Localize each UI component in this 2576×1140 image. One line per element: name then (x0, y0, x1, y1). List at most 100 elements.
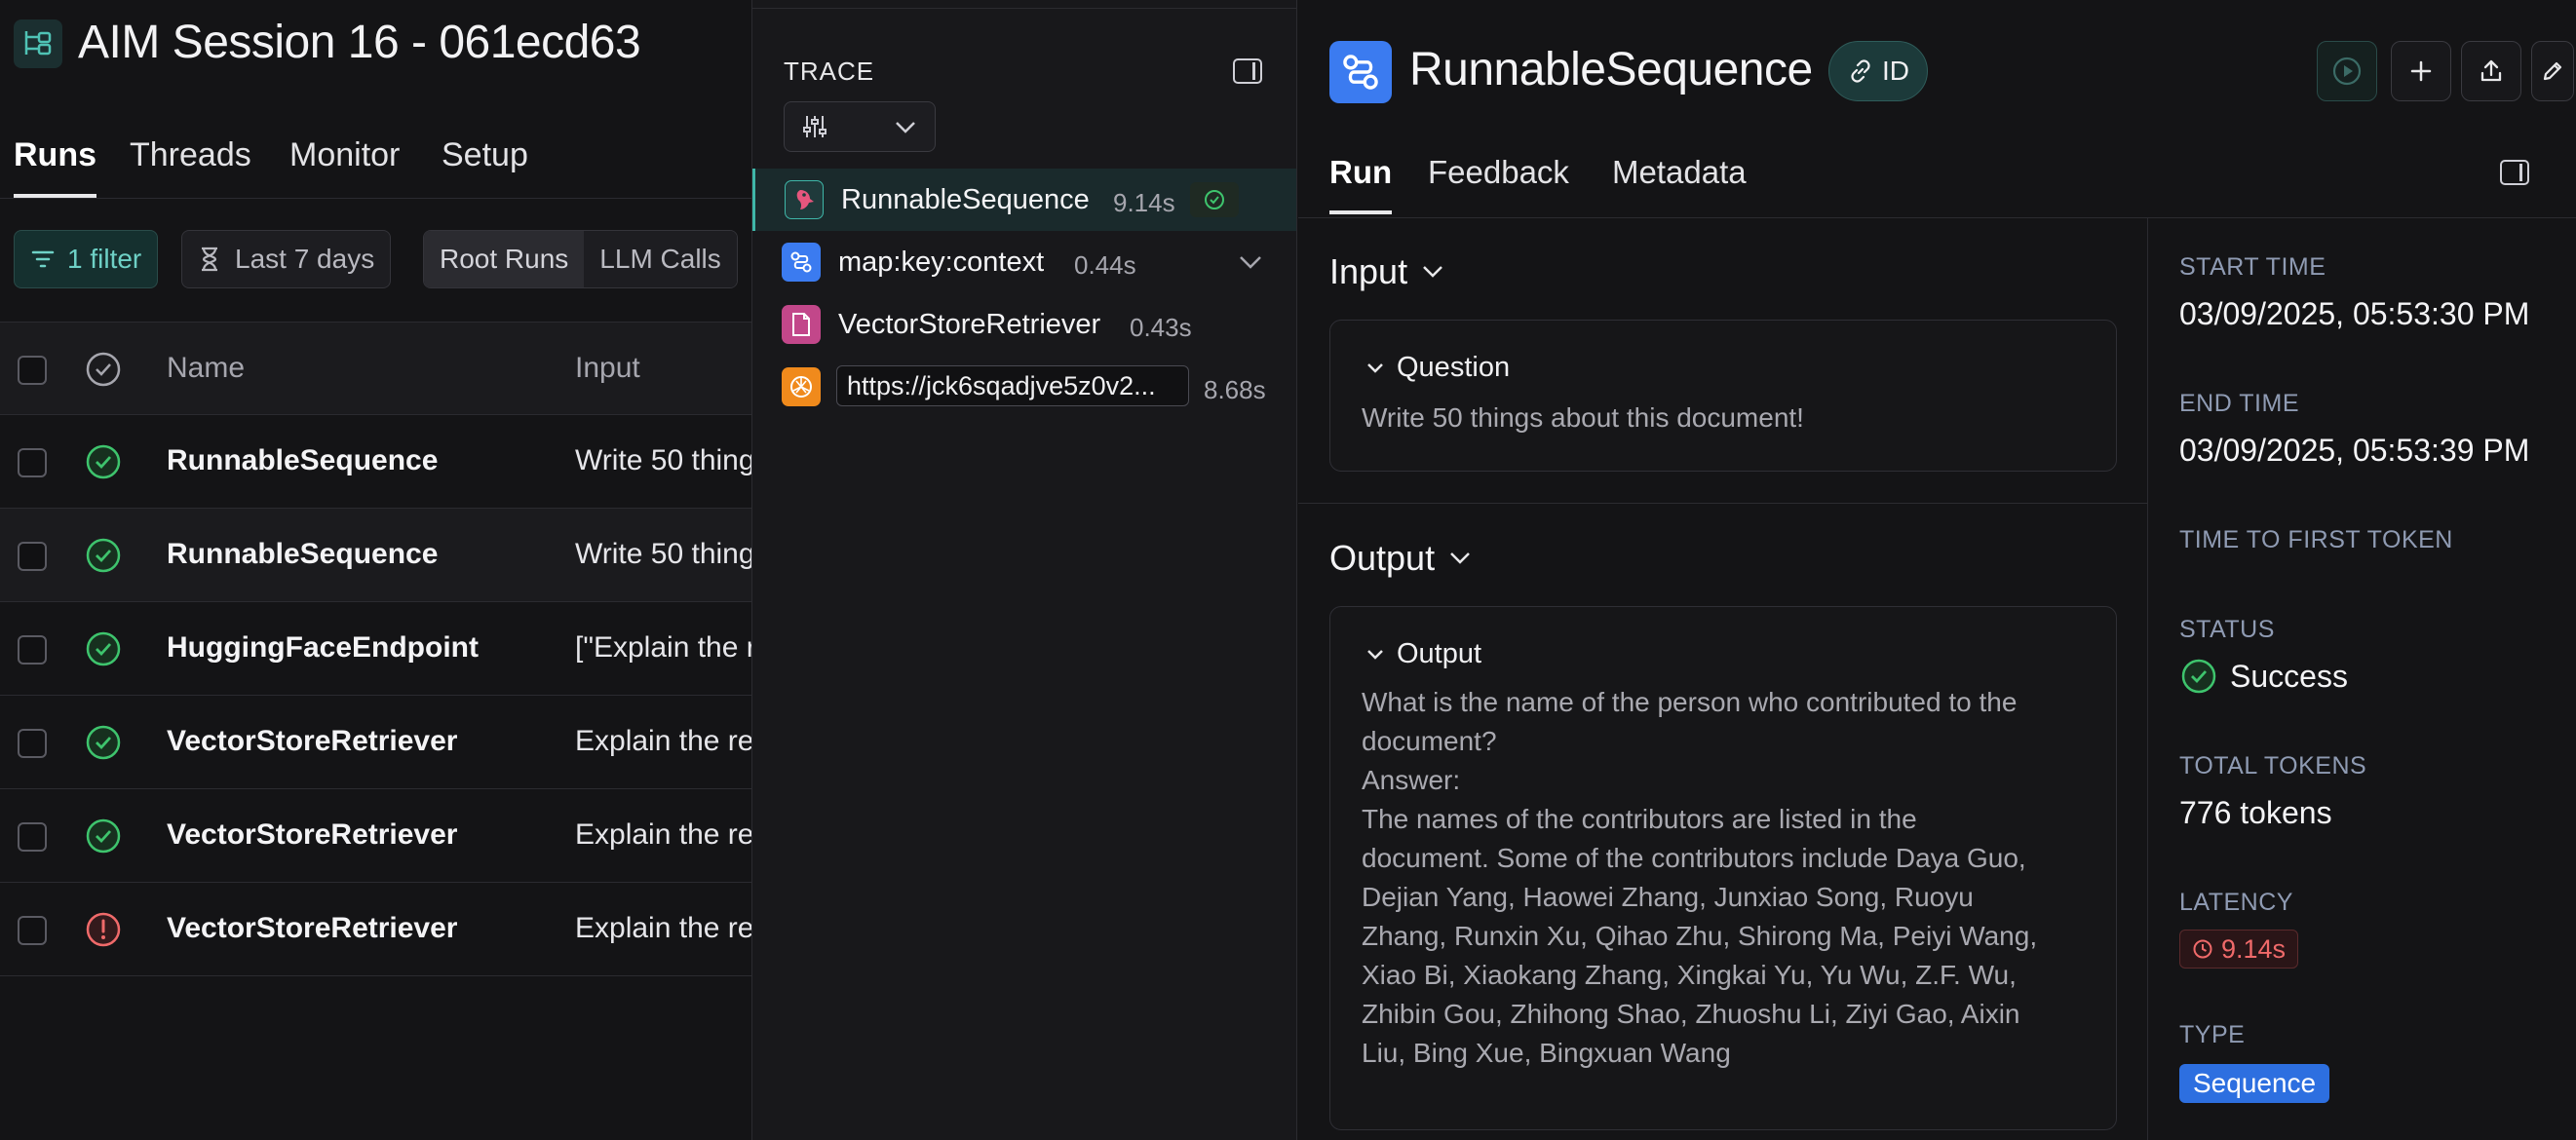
table-header: Name Input (0, 322, 751, 415)
runs-table: Name Input RunnableSequence Write 50 thi… (0, 322, 751, 976)
run-name: VectorStoreRetriever (167, 725, 458, 757)
tab-setup[interactable]: Setup (442, 136, 528, 174)
table-row[interactable]: RunnableSequence Write 50 thing (0, 509, 751, 602)
row-checkbox[interactable] (18, 729, 47, 758)
trace-item-vectorstoreretriever[interactable]: VectorStoreRetriever 0.43s (752, 293, 1296, 356)
copy-id-button[interactable]: ID (1828, 41, 1928, 101)
table-row[interactable]: VectorStoreRetriever Explain the re (0, 696, 751, 789)
pencil-icon (2543, 61, 2562, 81)
status-label: STATUS (2179, 616, 2275, 643)
tab-feedback[interactable]: Feedback (1428, 154, 1569, 191)
row-checkbox[interactable] (18, 635, 47, 665)
flow-icon (1329, 41, 1392, 103)
latency-badge: 9.14s (2179, 930, 2299, 969)
trace-item-latency: 9.14s (1113, 188, 1175, 217)
flow-icon (782, 243, 821, 282)
playground-button[interactable] (2317, 41, 2377, 101)
success-icon (86, 538, 121, 573)
sliders-icon (803, 116, 827, 137)
success-icon (86, 818, 121, 854)
filter-button[interactable]: 1 filter (14, 230, 159, 288)
trace-item-latency: 0.43s (1130, 313, 1192, 342)
tab-metadata[interactable]: Metadata (1612, 154, 1747, 191)
table-row[interactable]: VectorStoreRetriever Explain the re (0, 883, 751, 976)
endpoint-url: https://jck6sqadjve5z0v2... (836, 365, 1189, 406)
upload-icon (2480, 59, 2502, 82)
success-icon (86, 725, 121, 760)
success-icon (86, 631, 121, 666)
table-row[interactable]: RunnableSequence Write 50 thing (0, 415, 751, 509)
trace-settings-dropdown[interactable] (784, 101, 936, 152)
chevron-down-icon (1450, 552, 1470, 564)
run-title: RunnableSequence (1409, 44, 1813, 95)
start-time-value: 03/09/2025, 05:53:30 PM (2179, 296, 2530, 331)
question-toggle[interactable]: Question (1365, 352, 1510, 384)
sidebar-toggle-icon[interactable] (1233, 58, 1262, 84)
tab-run[interactable]: Run (1329, 154, 1393, 214)
output-card: Output What is the name of the person wh… (1329, 606, 2117, 1130)
row-checkbox[interactable] (18, 448, 47, 477)
row-checkbox[interactable] (18, 822, 47, 852)
date-range-label: Last 7 days (235, 244, 375, 274)
success-badge (1190, 182, 1239, 217)
add-button[interactable] (2391, 41, 2451, 101)
hourglass-icon (202, 247, 217, 272)
run-name: VectorStoreRetriever (167, 912, 458, 944)
filter-icon (31, 250, 55, 268)
ttft-label: TIME TO FIRST TOKEN (2179, 526, 2453, 553)
question-label: Question (1397, 352, 1511, 383)
tokens-label: TOTAL TOKENS (2179, 752, 2367, 779)
trace-item-runnablesequence[interactable]: RunnableSequence 9.14s (752, 169, 1296, 231)
status-column-icon (86, 352, 121, 387)
output-section-toggle[interactable]: Output (1329, 538, 1472, 579)
trace-heading: TRACE (784, 57, 875, 86)
run-input: Write 50 thing (575, 538, 751, 570)
tab-runs[interactable]: Runs (14, 136, 96, 198)
llm-calls-option[interactable]: LLM Calls (584, 231, 737, 287)
project-icon (14, 19, 62, 68)
run-input: Explain the re (575, 912, 751, 944)
chevron-down-icon[interactable] (1238, 254, 1263, 272)
end-time-label: END TIME (2179, 390, 2299, 417)
run-input: Explain the re (575, 725, 751, 757)
run-name: RunnableSequence (167, 444, 439, 476)
run-input: ["Explain the r (575, 631, 751, 664)
status-text: Success (2230, 658, 2348, 694)
trace-panel: TRACE RunnableSequence 9.14s map:key:con… (751, 0, 1297, 1140)
row-checkbox[interactable] (18, 916, 47, 945)
row-checkbox[interactable] (18, 542, 47, 571)
input-section-toggle[interactable]: Input (1329, 251, 1444, 292)
run-input: Explain the re (575, 818, 751, 851)
clock-icon (2193, 939, 2212, 959)
share-button[interactable] (2461, 41, 2521, 101)
output-label: Output (1397, 638, 1482, 669)
openai-icon (782, 367, 821, 406)
chevron-down-icon (1367, 649, 1383, 660)
trace-item-llm-endpoint[interactable]: https://jck6sqadjve5z0v2... 8.68s (752, 356, 1296, 418)
select-all-checkbox[interactable] (18, 356, 47, 385)
run-name: HuggingFaceEndpoint (167, 631, 479, 664)
table-row[interactable]: HuggingFaceEndpoint ["Explain the r (0, 602, 751, 696)
run-name: VectorStoreRetriever (167, 818, 458, 851)
sidebar-toggle-icon[interactable] (2500, 160, 2529, 185)
tab-threads[interactable]: Threads (130, 136, 251, 174)
chevron-down-icon (1423, 266, 1442, 278)
trace-item-map-key-context[interactable]: map:key:context 0.44s (752, 231, 1296, 293)
output-section-title: Output (1329, 538, 1436, 578)
output-text: What is the name of the person who contr… (1362, 687, 2038, 1068)
output-toggle[interactable]: Output (1365, 638, 1481, 670)
type-label: TYPE (2179, 1021, 2246, 1048)
divider (752, 8, 1296, 9)
latency-value: 9.14s (2221, 933, 2287, 964)
run-name: RunnableSequence (167, 538, 439, 570)
table-row[interactable]: VectorStoreRetriever Explain the re (0, 789, 751, 883)
project-tabs: Runs Threads Monitor Setup (0, 125, 751, 199)
io-column: Input Question Write 50 things about thi… (1298, 218, 2148, 1140)
edit-button[interactable] (2531, 41, 2574, 101)
root-runs-option[interactable]: Root Runs (424, 231, 585, 287)
run-type-segment: Root Runs LLM Calls (423, 230, 738, 288)
run-detail-panel: RunnableSequence ID Run Feedback Metadat… (1298, 0, 2576, 1140)
trace-item-latency: 8.68s (1204, 375, 1266, 404)
date-range-button[interactable]: Last 7 days (181, 230, 392, 288)
tab-monitor[interactable]: Monitor (289, 136, 400, 174)
